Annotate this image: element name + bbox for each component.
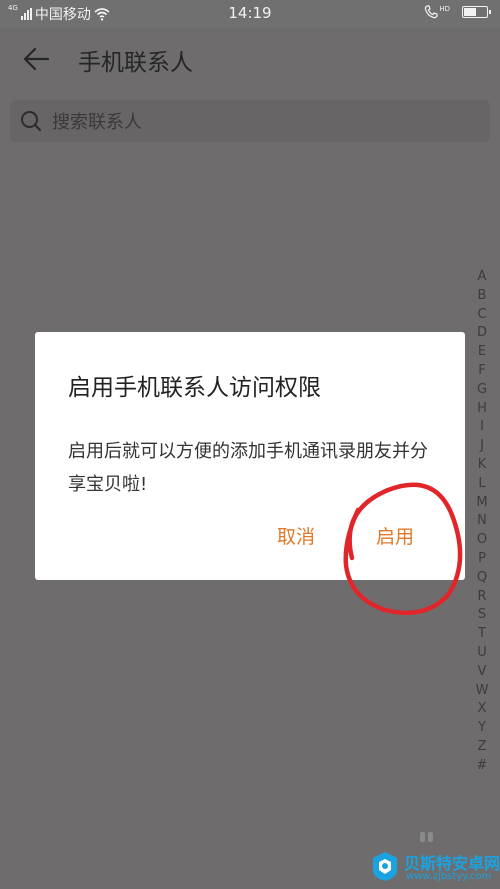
- alpha-index-letter[interactable]: Z: [478, 738, 487, 757]
- watermark-title: 贝斯特安卓网: [404, 854, 500, 873]
- page-title: 手机联系人: [78, 50, 193, 76]
- enable-button[interactable]: 启用: [376, 522, 414, 549]
- watermark: 贝斯特安卓网 www.zjbstyy.com: [370, 848, 500, 886]
- cancel-button[interactable]: 取消: [277, 522, 315, 549]
- alpha-index-letter[interactable]: H: [477, 400, 487, 419]
- alpha-index-letter[interactable]: O: [477, 531, 487, 550]
- alpha-index-letter[interactable]: A: [478, 268, 487, 287]
- alpha-index-letter[interactable]: C: [477, 306, 486, 325]
- search-box[interactable]: [10, 100, 490, 144]
- alpha-index-letter[interactable]: Y: [478, 719, 486, 738]
- alpha-index-letter[interactable]: I: [480, 418, 484, 437]
- search-input[interactable]: [50, 100, 474, 144]
- alpha-index-letter[interactable]: B: [478, 287, 487, 306]
- app-header: 手机联系人: [0, 28, 500, 92]
- alpha-index-letter[interactable]: R: [477, 588, 486, 607]
- alpha-index-letter[interactable]: D: [477, 324, 487, 343]
- alpha-index-letter[interactable]: M: [476, 494, 487, 513]
- alpha-index-letter[interactable]: F: [478, 362, 485, 381]
- hd-badge: HD: [439, 5, 450, 13]
- page-indicator: [420, 832, 433, 842]
- status-right: HD: [424, 5, 491, 19]
- alpha-index-letter[interactable]: U: [477, 644, 487, 663]
- alpha-index-letter[interactable]: S: [478, 606, 486, 625]
- alpha-index-letter[interactable]: Q: [477, 569, 487, 588]
- phone-icon: [425, 5, 438, 19]
- alpha-index-letter[interactable]: X: [478, 700, 487, 719]
- status-bar: 4G 中国移动 14:19 HD: [0, 0, 500, 28]
- alpha-index-letter[interactable]: W: [476, 682, 489, 701]
- battery-level: [464, 8, 476, 16]
- dialog-title: 启用手机联系人访问权限: [68, 375, 321, 401]
- alpha-index-letter[interactable]: V: [478, 663, 487, 682]
- alphabet-index[interactable]: A B C D E F G H I J K L M N O P Q R S T U V W X Y Z #: [474, 268, 490, 776]
- hd-call-icon: HD: [424, 5, 450, 19]
- alpha-index-letter[interactable]: L: [478, 475, 485, 494]
- arrow-left-icon[interactable]: [22, 46, 52, 72]
- watermark-logo-icon: [373, 852, 397, 881]
- alpha-index-letter[interactable]: N: [477, 512, 487, 531]
- alpha-index-letter[interactable]: J: [480, 437, 484, 456]
- dialog-message: 启用后就可以方便的添加手机通讯录朋友并分享宝贝啦!: [68, 441, 428, 495]
- battery-icon: [462, 6, 491, 18]
- watermark-url: www.zjbstyy.com: [406, 871, 492, 882]
- permission-dialog: 启用手机联系人访问权限 启用后就可以方便的添加手机通讯录朋友并分享宝贝啦! 取消…: [35, 332, 465, 580]
- alpha-index-letter[interactable]: T: [478, 625, 486, 644]
- alpha-index-letter[interactable]: #: [477, 757, 488, 776]
- alpha-index-letter[interactable]: K: [478, 456, 487, 475]
- alpha-index-letter[interactable]: P: [478, 550, 486, 569]
- search-icon: [21, 111, 42, 132]
- alpha-index-letter[interactable]: G: [477, 381, 487, 400]
- alpha-index-letter[interactable]: E: [478, 343, 486, 362]
